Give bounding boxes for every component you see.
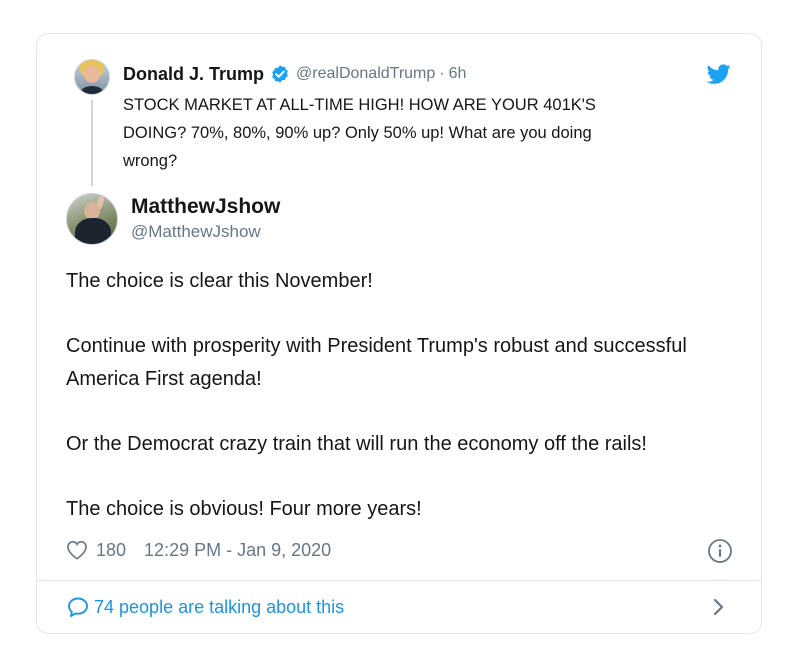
conversation-link[interactable]: 74 people are talking about this [66, 594, 344, 620]
author-avatar[interactable] [66, 193, 118, 245]
parent-author-name[interactable]: Donald J. Trump [123, 64, 264, 85]
chevron-right-icon[interactable] [712, 596, 726, 618]
tweet-paragraph: The choice is obvious! Four more years! [66, 497, 422, 520]
parent-author-handle[interactable]: @realDonaldTrump [296, 65, 435, 83]
talking-count-label[interactable]: 74 people are talking about this [94, 597, 344, 618]
tweet-meta: 180 12:29 PM - Jan 9, 2020 [66, 538, 331, 562]
thread-connector-line [91, 100, 93, 186]
parent-tweet-text: STOCK MARKET AT ALL-TIME HIGH! HOW ARE Y… [123, 96, 596, 170]
dot-separator: · [439, 65, 445, 82]
speech-bubble-icon [68, 597, 88, 617]
tweet-paragraph: The choice is clear this November! [66, 270, 373, 292]
tweet-paragraph: Continue with prosperity with President … [66, 335, 687, 390]
author-name[interactable]: MatthewJshow [131, 195, 280, 219]
parent-avatar[interactable] [74, 59, 110, 95]
like-count[interactable]: 180 [96, 540, 126, 561]
divider [37, 580, 761, 581]
verified-badge-icon [272, 65, 288, 83]
info-icon[interactable] [707, 538, 733, 564]
twitter-bird-icon[interactable] [705, 62, 733, 86]
tweet-body: The choice is clear this November! Conti… [66, 265, 746, 558]
heart-icon[interactable] [66, 540, 88, 560]
parent-tweet-header: Donald J. Trump @realDonaldTrump · 6h [123, 62, 466, 86]
parent-tweet-time[interactable]: 6h [449, 65, 467, 83]
tweet-timestamp[interactable]: 12:29 PM - Jan 9, 2020 [144, 540, 331, 561]
tweet-paragraph: Or the Democrat crazy train that will ru… [66, 432, 647, 455]
author-handle[interactable]: @MatthewJshow [131, 222, 261, 242]
